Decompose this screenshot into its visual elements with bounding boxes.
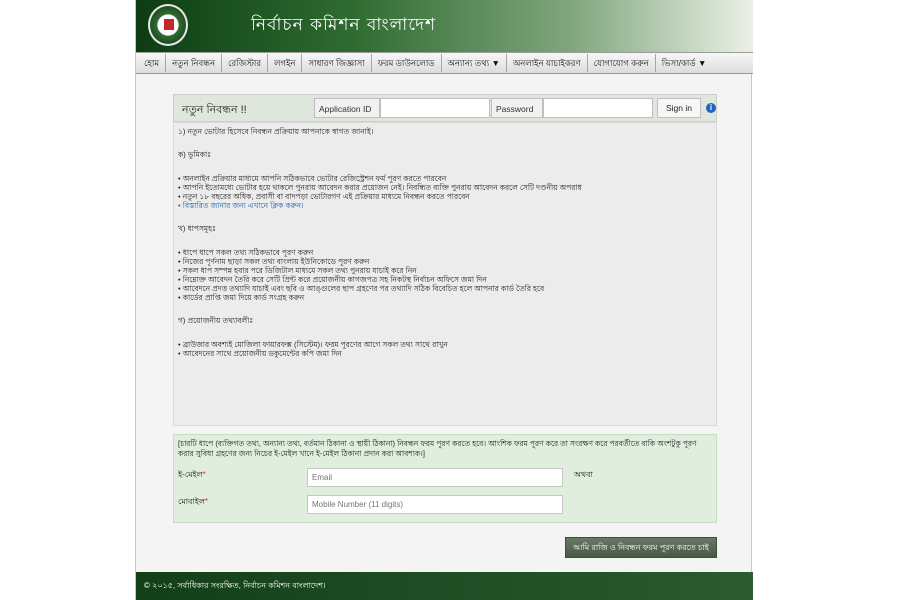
list-item: আপনি ইতোমধ্যে ভোটার হয়ে থাকলে পুনরায় আ… — [178, 183, 712, 192]
list-item: অনলাইন প্রক্রিয়ার মাধ্যমে আপনি সঠিকভাবে… — [178, 174, 712, 183]
nav-faq[interactable]: সাধারণ জিজ্ঞাসা — [302, 54, 372, 72]
nav-home[interactable]: হোম — [138, 54, 167, 72]
main-navigation: হোম নতুন নিবন্ধন রেজিস্টার লগইন সাধারণ জ… — [136, 52, 753, 74]
instructions-panel: ১) নতুন ভোটার হিসেবে নিবন্ধন প্রক্রিয়ায… — [173, 122, 717, 426]
list-item: আবেদনের সাথে প্রয়োজনীয় ডকুমেন্টের কপি … — [178, 349, 712, 358]
login-bar: নতুন নিবন্ধন !! Application ID Password … — [173, 94, 717, 122]
mobile-label: মোবাইল* — [178, 497, 209, 506]
list-item: আবেদনে প্রদত্ত তথ্যাদি যাচাই এবং ছবি ও আ… — [178, 284, 712, 293]
section-ka-title: ক) ভূমিকাঃ — [178, 150, 212, 159]
list-item: নিজের পূর্ণনাম ছাড়া সকল তথ্য বাংলায় ইউ… — [178, 257, 712, 266]
email-label: ই-মেইল* — [178, 470, 206, 479]
list-item: সকল ধাপ সম্পন্ন হবার পরে ডিজিটাল মাধ্যমে… — [178, 266, 712, 275]
nav-login[interactable]: লগইন — [268, 54, 303, 72]
details-link[interactable]: বিস্তারিত জানার জন্য এখানে ক্লিক করুন। — [178, 201, 712, 210]
list-item: নতুন ১৮ বছরের অধিক, প্রবাসী বা বাদপড়া ভ… — [178, 192, 712, 201]
section-ga-title: গ) প্রয়োজনীয় তথ্যাবলীঃ — [178, 316, 254, 325]
instructions-intro: ১) নতুন ভোটার হিসেবে নিবন্ধন প্রক্রিয়ায… — [178, 127, 374, 136]
password-input[interactable] — [543, 98, 653, 118]
signin-button[interactable]: Sign in — [657, 98, 701, 118]
email-field[interactable] — [307, 468, 563, 487]
site-title: নির্বাচন কমিশন বাংলাদেশ — [251, 15, 437, 35]
list-item: ব্রাউজার অবশ্যই মোজিলা ফায়ারফক্স (সিস্ট… — [178, 340, 712, 349]
footer: © ২০১৫, সর্বাধিকার সংরক্ষিত, নির্বাচন কম… — [136, 572, 753, 600]
logo-ballot-box-icon — [163, 18, 175, 31]
agree-submit-button[interactable]: আমি রাজি ও নিবন্ধন ফরম পূরণ করতে চাই — [565, 537, 717, 558]
election-commission-logo-icon[interactable] — [148, 4, 188, 46]
list-item: কার্ডের প্রাপ্তি জমা দিয়ে কার্ড সংগ্রহ … — [178, 293, 712, 302]
new-registration-title: নতুন নিবন্ধন !! — [182, 104, 247, 116]
nav-form-download[interactable]: ফরম ডাউনলোড — [372, 54, 442, 72]
header-banner: নির্বাচন কমিশন বাংলাদেশ — [136, 0, 753, 52]
nav-visa-card[interactable]: ভিসা/কার্ড ▼ — [656, 54, 713, 72]
application-id-label: Application ID — [314, 98, 380, 118]
list-item: ধাপে ধাপে সকল তথ্য সঠিকভাবে পূরণ করুন — [178, 248, 712, 257]
nav-online-verification[interactable]: অনলাইন যাচাইকরণ — [507, 54, 588, 72]
section-kha-title: খ) ধাপসমূহঃ — [178, 224, 217, 233]
mobile-field[interactable] — [307, 495, 563, 514]
nav-new-registration[interactable]: নতুন নিবন্ধন — [166, 54, 223, 72]
or-label: অথবা — [574, 470, 593, 479]
registration-form: [চারটি ধাপে (ব্যক্তিগত তথ্য, অন্যান্য তথ… — [173, 434, 717, 523]
nav-other-info[interactable]: অন্যান্য তথ্য ▼ — [442, 54, 507, 72]
info-icon[interactable]: i — [706, 103, 716, 113]
nav-contact[interactable]: যোগাযোগ করুন — [588, 54, 656, 72]
nav-register[interactable]: রেজিস্টার — [222, 54, 269, 72]
application-id-input[interactable] — [380, 98, 490, 118]
password-label: Password — [491, 98, 543, 118]
form-instructions: [চারটি ধাপে (ব্যক্তিগত তথ্য, অন্যান্য তথ… — [178, 439, 697, 458]
page-container: নির্বাচন কমিশন বাংলাদেশ হোম নতুন নিবন্ধন… — [135, 0, 753, 600]
list-item: নিম্নোক্ত আবেদন তৈরি করে সেটি প্রিন্ট কর… — [178, 275, 712, 284]
